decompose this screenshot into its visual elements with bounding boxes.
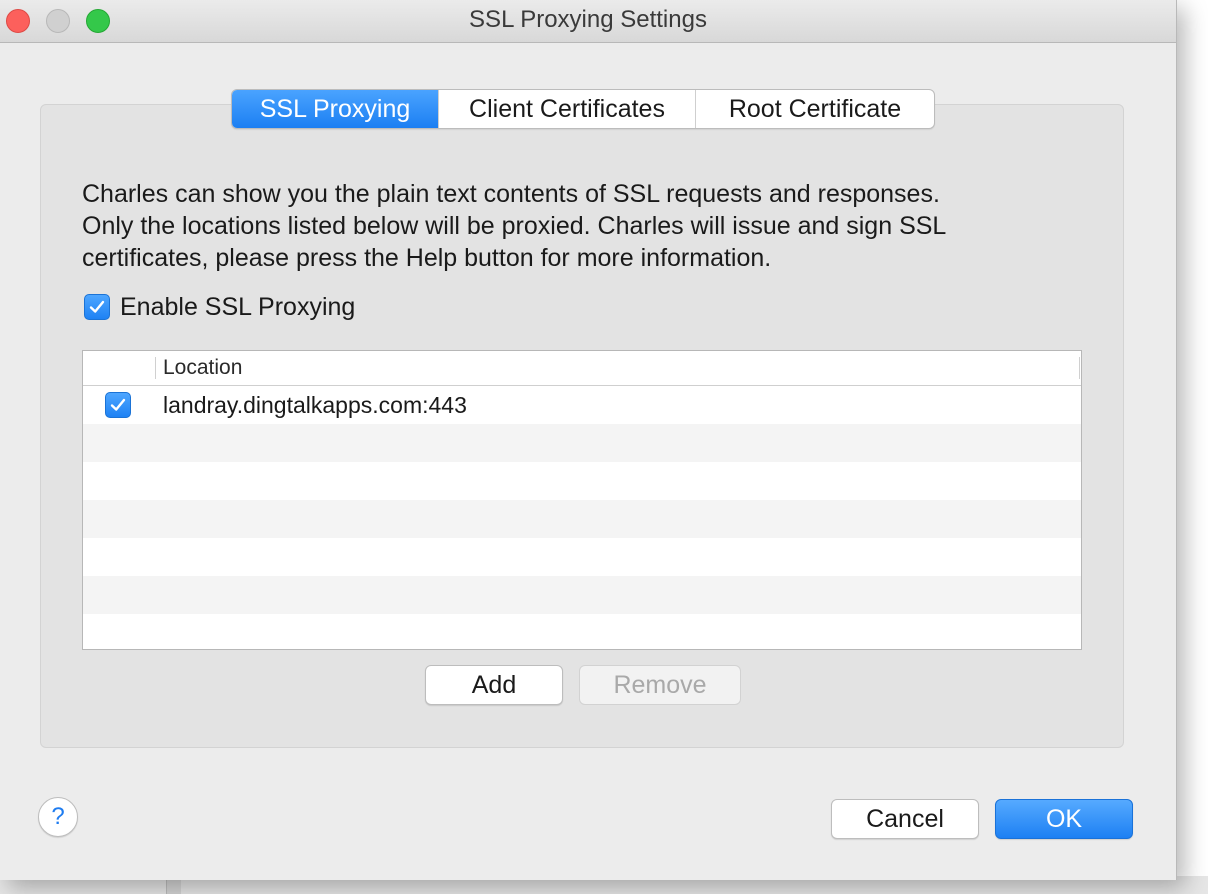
empty-table-row — [83, 500, 1081, 538]
window-title: SSL Proxying Settings — [469, 6, 707, 33]
description-line: Only the locations listed below will be … — [82, 212, 947, 240]
title-bar[interactable]: SSL Proxying Settings — [0, 0, 1176, 43]
help-button[interactable]: ? — [38, 797, 78, 837]
cancel-button[interactable]: Cancel — [831, 799, 979, 839]
column-divider[interactable] — [1079, 357, 1080, 379]
tab-client-certificates[interactable]: Client Certificates — [438, 90, 695, 128]
description-line: Charles can show you the plain text cont… — [82, 180, 940, 208]
empty-table-row — [83, 424, 1081, 462]
checkmark-icon — [110, 398, 126, 411]
empty-table-row — [83, 538, 1081, 576]
tab-root-certificate[interactable]: Root Certificate — [695, 90, 934, 128]
remove-location-button[interactable]: Remove — [579, 665, 741, 705]
add-location-button[interactable]: Add — [425, 665, 563, 705]
ssl-proxying-settings-dialog: SSL Proxying Settings SSL Proxying Clien… — [0, 0, 1177, 880]
column-divider[interactable] — [155, 357, 156, 379]
ok-button[interactable]: OK — [995, 799, 1133, 839]
tab-ssl-proxying[interactable]: SSL Proxying — [232, 90, 438, 128]
empty-table-row — [83, 462, 1081, 500]
empty-table-row — [83, 576, 1081, 614]
location-enabled-checkbox[interactable] — [105, 392, 131, 418]
column-header-location[interactable]: Location — [163, 355, 242, 381]
empty-table-row — [83, 614, 1081, 649]
locations-table[interactable]: Location landray.dingtalkapps.com:443 — [82, 350, 1082, 650]
enable-ssl-proxying-checkbox[interactable] — [84, 294, 110, 320]
description-line: certificates, please press the Help butt… — [82, 244, 772, 272]
enable-ssl-proxying-label[interactable]: Enable SSL Proxying — [120, 292, 355, 322]
table-rows: landray.dingtalkapps.com:443 — [83, 386, 1081, 649]
location-cell[interactable]: landray.dingtalkapps.com:443 — [163, 391, 467, 419]
table-header: Location — [83, 351, 1081, 386]
checkmark-icon — [89, 300, 105, 313]
ssl-proxying-description: Charles can show you the plain text cont… — [82, 178, 1082, 274]
tab-bar: SSL Proxying Client Certificates Root Ce… — [231, 89, 935, 129]
table-row[interactable]: landray.dingtalkapps.com:443 — [83, 386, 1081, 424]
